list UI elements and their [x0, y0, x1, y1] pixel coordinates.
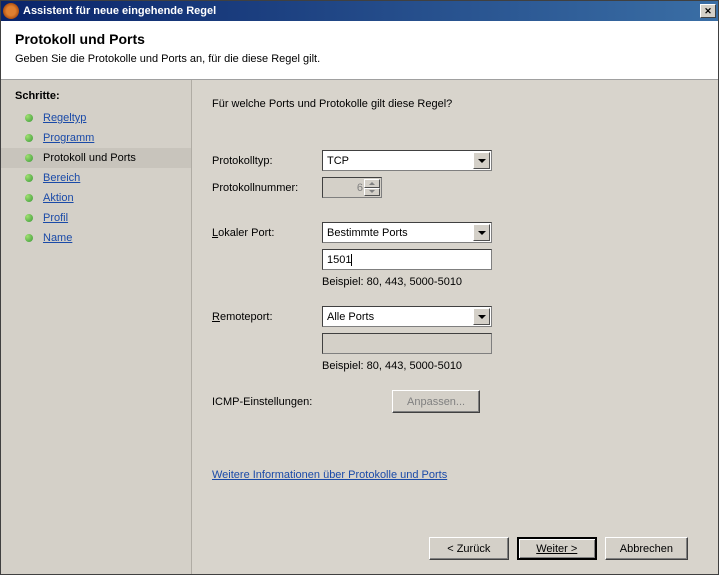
step-protokoll-ports[interactable]: Protokoll und Ports [1, 148, 191, 168]
bullet-icon [25, 174, 33, 182]
app-icon [3, 3, 19, 19]
protocol-number-label: Protokollnummer: [212, 182, 322, 194]
bullet-icon [25, 114, 33, 122]
step-name[interactable]: Name [1, 228, 191, 248]
protocol-type-label: Protokolltyp: [212, 155, 322, 167]
local-port-example: Beispiel: 80, 443, 5000-5010 [322, 276, 698, 288]
header: Protokoll und Ports Geben Sie die Protok… [1, 21, 718, 80]
step-aktion[interactable]: Aktion [1, 188, 191, 208]
local-port-select[interactable]: Bestimmte Ports [322, 222, 492, 243]
bullet-icon [25, 214, 33, 222]
text-cursor [351, 254, 352, 266]
wizard-window: Assistent für neue eingehende Regel ✕ Pr… [0, 0, 719, 575]
chevron-down-icon [473, 152, 490, 169]
remote-port-label: Remoteport: [212, 311, 322, 323]
step-profil[interactable]: Profil [1, 208, 191, 228]
bullet-icon [25, 194, 33, 202]
question-text: Für welche Ports und Protokolle gilt die… [212, 98, 698, 110]
protocol-number-spinner: 6 [322, 177, 382, 198]
body: Schritte: Regeltyp Programm Protokoll un… [1, 80, 718, 574]
sidebar: Schritte: Regeltyp Programm Protokoll un… [1, 80, 191, 574]
sidebar-title: Schritte: [1, 86, 191, 108]
chevron-down-icon [473, 224, 490, 241]
titlebar: Assistent für neue eingehende Regel ✕ [1, 1, 718, 21]
bullet-icon [25, 134, 33, 142]
next-button[interactable]: Weiter > [517, 537, 597, 560]
remote-port-select[interactable]: Alle Ports [322, 306, 492, 327]
bullet-icon [25, 154, 33, 162]
step-regeltyp[interactable]: Regeltyp [1, 108, 191, 128]
page-title: Protokoll und Ports [15, 31, 704, 47]
protocol-type-select[interactable]: TCP [322, 150, 492, 171]
button-row: < Zurück Weiter > Abbrechen [212, 523, 698, 574]
bullet-icon [25, 234, 33, 242]
local-port-label: Lokaler Port: [212, 227, 322, 239]
spinner-up-icon [364, 179, 380, 188]
more-info-link[interactable]: Weitere Informationen über Protokolle un… [212, 469, 447, 481]
content-pane: Für welche Ports und Protokolle gilt die… [191, 80, 718, 574]
chevron-down-icon [473, 308, 490, 325]
icmp-customize-button: Anpassen... [392, 390, 480, 413]
step-programm[interactable]: Programm [1, 128, 191, 148]
icmp-label: ICMP-Einstellungen: [212, 396, 392, 408]
window-title: Assistent für neue eingehende Regel [23, 5, 700, 17]
cancel-button[interactable]: Abbrechen [605, 537, 688, 560]
back-button[interactable]: < Zurück [429, 537, 509, 560]
close-button[interactable]: ✕ [700, 4, 716, 18]
step-bereich[interactable]: Bereich [1, 168, 191, 188]
local-port-input[interactable]: 1501 [322, 249, 492, 270]
remote-port-input [322, 333, 492, 354]
remote-port-example: Beispiel: 80, 443, 5000-5010 [322, 360, 698, 372]
spinner-down-icon [364, 188, 380, 197]
page-subtitle: Geben Sie die Protokolle und Ports an, f… [15, 53, 704, 65]
